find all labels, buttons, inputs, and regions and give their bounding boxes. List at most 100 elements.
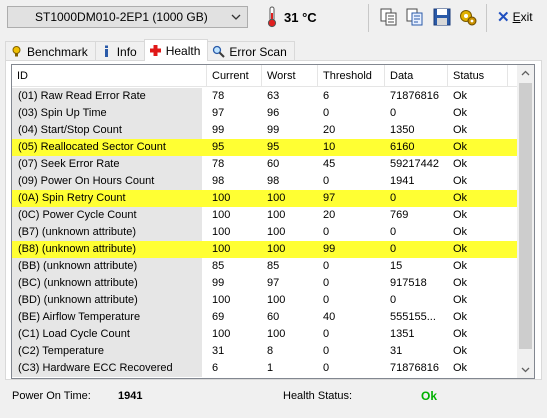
- drive-select[interactable]: ST1000DM010-2EP1 (1000 GB): [7, 6, 248, 28]
- status-cell: Ok: [453, 362, 468, 374]
- data-cell: 555155...: [390, 311, 436, 323]
- status-cell: Ok: [453, 260, 468, 272]
- save-icon[interactable]: [431, 6, 453, 28]
- data-cell: 59217442: [390, 158, 439, 170]
- column-header-worst[interactable]: Worst: [262, 65, 318, 87]
- column-header-current[interactable]: Current: [207, 65, 262, 87]
- current-cell: 85: [212, 260, 225, 272]
- worst-cell: 100: [267, 243, 286, 255]
- toolbar: ST1000DM010-2EP1 (1000 GB) 31 °C ✕ Exit: [0, 0, 547, 38]
- copy-text-icon[interactable]: [404, 6, 426, 28]
- column-header-data[interactable]: Data: [385, 65, 448, 87]
- table-row[interactable]: (01) Raw Read Error Rate 78 63 6 71876816 Ok: [12, 88, 517, 105]
- status-cell: Ok: [453, 294, 468, 306]
- table-row[interactable]: (BD) (unknown attribute) 100 100 0 0 Ok: [12, 292, 517, 309]
- smart-attributes-list[interactable]: ID Current Worst Threshold Data Status (…: [11, 64, 535, 379]
- threshold-cell: 97: [323, 192, 336, 204]
- info-icon: [104, 45, 108, 57]
- thermometer-icon: [267, 6, 277, 28]
- current-cell: 31: [212, 345, 225, 357]
- health-panel: ID Current Worst Threshold Data Status (…: [5, 60, 542, 380]
- threshold-cell: 99: [323, 243, 336, 255]
- health-cross-icon: [149, 45, 161, 56]
- table-row[interactable]: (09) Power On Hours Count 98 98 0 1941 Ok: [12, 173, 517, 190]
- table-row[interactable]: (04) Start/Stop Count 99 99 20 1350 Ok: [12, 122, 517, 139]
- data-cell: 31: [390, 345, 403, 357]
- data-cell: 0: [390, 294, 397, 306]
- table-row[interactable]: (03) Spin Up Time 97 96 0 0 Ok: [12, 105, 517, 122]
- copy-icon[interactable]: [378, 6, 400, 28]
- table-row[interactable]: (C1) Load Cycle Count 100 100 0 1351 Ok: [12, 326, 517, 343]
- table-row[interactable]: (07) Seek Error Rate 78 60 45 59217442 Ok: [12, 156, 517, 173]
- options-gear-icon[interactable]: [457, 6, 479, 28]
- attribute-id-cell: (C3) Hardware ECC Recovered: [12, 360, 202, 377]
- current-cell: 100: [212, 243, 231, 255]
- worst-cell: 63: [267, 90, 280, 102]
- threshold-cell: 0: [323, 345, 330, 357]
- data-cell: 71876816: [390, 362, 439, 374]
- table-row[interactable]: (BB) (unknown attribute) 85 85 0 15 Ok: [12, 258, 517, 275]
- data-cell: 1351: [390, 328, 415, 340]
- attribute-id-cell: (05) Reallocated Sector Count: [12, 139, 202, 156]
- exit-label: Exit: [512, 10, 533, 24]
- tab-benchmark[interactable]: Benchmark: [5, 41, 96, 61]
- tab-strip: Benchmark Info Health Error Scan: [5, 39, 295, 61]
- current-cell: 99: [212, 124, 225, 136]
- status-cell: Ok: [453, 158, 468, 170]
- attribute-id-cell: (B8) (unknown attribute): [12, 241, 202, 258]
- scroll-down-arrow-icon[interactable]: [517, 361, 534, 378]
- attribute-id-cell: (BD) (unknown attribute): [12, 292, 202, 309]
- column-header-id[interactable]: ID: [12, 65, 207, 87]
- table-row[interactable]: (C2) Temperature 31 8 0 31 Ok: [12, 343, 517, 360]
- tab-label: Benchmark: [27, 44, 88, 59]
- power-on-time-label: Power On Time:: [12, 390, 91, 402]
- data-cell: 0: [390, 192, 397, 204]
- scrollbar-thumb[interactable]: [519, 83, 532, 349]
- tab-health[interactable]: Health: [143, 39, 209, 61]
- attribute-id-cell: (09) Power On Hours Count: [12, 173, 202, 190]
- exit-button[interactable]: ✕ Exit: [497, 6, 533, 28]
- health-status-value: Ok: [421, 389, 438, 403]
- attribute-id-cell: (07) Seek Error Rate: [12, 156, 202, 173]
- tab-info[interactable]: Info: [94, 41, 145, 61]
- toolbar-separator: [486, 4, 487, 32]
- table-row[interactable]: (0C) Power Cycle Count 100 100 20 769 Ok: [12, 207, 517, 224]
- toolbar-separator: [368, 4, 369, 32]
- worst-cell: 100: [267, 226, 286, 238]
- worst-cell: 100: [267, 294, 286, 306]
- scroll-up-arrow-icon[interactable]: [517, 65, 534, 82]
- table-row[interactable]: (BE) Airflow Temperature 69 60 40 555155... O…: [12, 309, 517, 326]
- attribute-id-cell: (04) Start/Stop Count: [12, 122, 202, 139]
- threshold-cell: 0: [323, 226, 330, 238]
- threshold-cell: 20: [323, 124, 336, 136]
- status-cell: Ok: [453, 328, 468, 340]
- power-on-time-value: 1941: [118, 390, 143, 402]
- threshold-cell: 20: [323, 209, 336, 221]
- attribute-id-cell: (0A) Spin Retry Count: [12, 190, 202, 207]
- status-cell: Ok: [453, 107, 468, 119]
- attribute-id-cell: (BC) (unknown attribute): [12, 275, 202, 292]
- list-rows: (01) Raw Read Error Rate 78 63 6 71876816 Ok(…: [12, 88, 517, 377]
- table-row[interactable]: (0A) Spin Retry Count 100 100 97 0 Ok: [12, 190, 517, 207]
- vertical-scrollbar[interactable]: [517, 65, 534, 378]
- tab-label: Health: [165, 43, 201, 58]
- table-row[interactable]: (05) Reallocated Sector Count 95 95 10 6160 O…: [12, 139, 517, 156]
- table-row[interactable]: (C3) Hardware ECC Recovered 6 1 0 71876816 Ok: [12, 360, 517, 377]
- table-row[interactable]: (B8) (unknown attribute) 100 100 99 0 Ok: [12, 241, 517, 258]
- column-header-status[interactable]: Status: [448, 65, 508, 87]
- data-cell: 1941: [390, 175, 415, 187]
- current-cell: 6: [212, 362, 219, 374]
- benchmark-icon: [12, 46, 21, 57]
- attribute-id-cell: (01) Raw Read Error Rate: [12, 88, 202, 105]
- attribute-id-cell: (C2) Temperature: [12, 343, 202, 360]
- tab-error-scan[interactable]: Error Scan: [207, 41, 295, 61]
- threshold-cell: 0: [323, 175, 330, 187]
- current-cell: 100: [212, 294, 231, 306]
- worst-cell: 1: [267, 362, 274, 374]
- current-cell: 95: [212, 141, 225, 153]
- current-cell: 69: [212, 311, 225, 323]
- column-header-threshold[interactable]: Threshold: [318, 65, 385, 87]
- table-row[interactable]: (B7) (unknown attribute) 100 100 0 0 Ok: [12, 224, 517, 241]
- table-row[interactable]: (BC) (unknown attribute) 99 97 0 917518 Ok: [12, 275, 517, 292]
- status-footer: Power On Time: 1941 Health Status: Ok: [0, 382, 547, 412]
